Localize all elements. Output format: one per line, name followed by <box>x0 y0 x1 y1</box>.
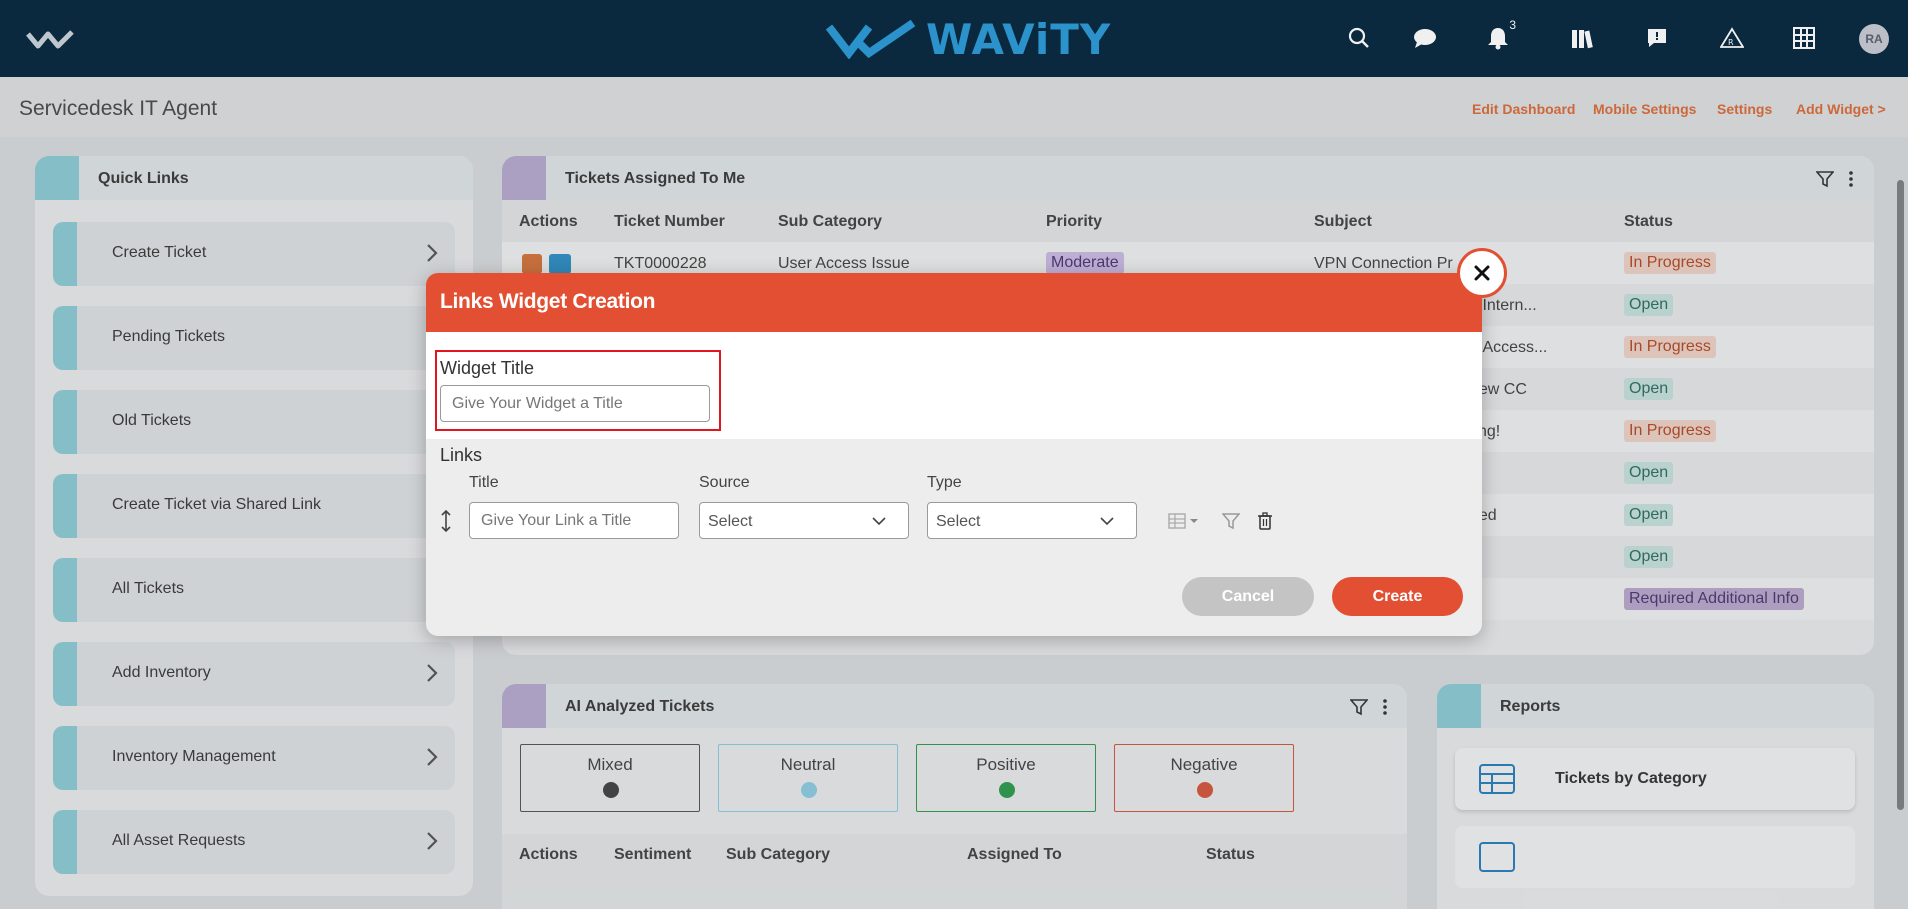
drag-handle-icon[interactable] <box>440 510 452 532</box>
links-widget-modal: Links Widget Creation Widget Title Links… <box>426 273 1482 636</box>
type-select[interactable]: Select <box>927 502 1137 539</box>
close-modal-button[interactable] <box>1457 248 1507 298</box>
links-section-label: Links <box>440 445 483 465</box>
link-title-input[interactable] <box>469 502 679 539</box>
widget-title-label: Widget Title <box>440 358 535 378</box>
chevron-down-icon <box>1100 517 1114 526</box>
chevron-down-icon <box>872 517 886 526</box>
trash-icon[interactable] <box>1257 512 1273 530</box>
source-column-label: Source <box>699 474 750 491</box>
filter-icon[interactable] <box>1222 512 1240 530</box>
cancel-button[interactable]: Cancel <box>1182 577 1314 616</box>
create-button[interactable]: Create <box>1332 577 1463 616</box>
source-select[interactable]: Select <box>699 502 909 539</box>
close-icon <box>1474 265 1490 281</box>
title-column-label: Title <box>469 474 499 491</box>
modal-title: Links Widget Creation <box>440 290 656 313</box>
widget-title-input[interactable] <box>440 385 710 422</box>
modal-header: Links Widget Creation <box>426 273 1482 332</box>
type-column-label: Type <box>927 474 962 491</box>
table-view-icon[interactable] <box>1168 513 1200 529</box>
